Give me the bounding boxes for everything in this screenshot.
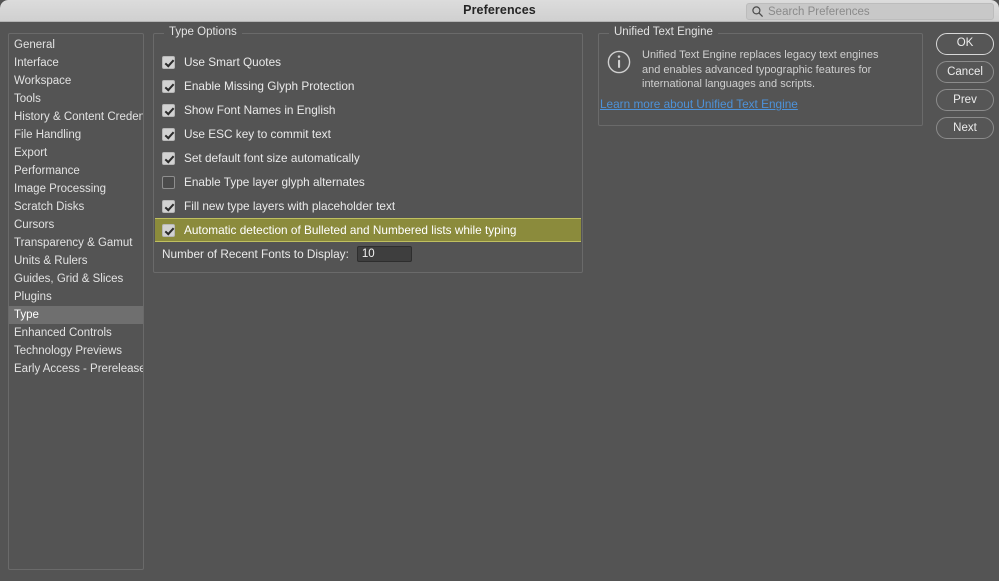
sidebar-item-label: Image Processing	[14, 183, 107, 195]
preferences-window: Preferences General Interface Workspace …	[0, 0, 999, 581]
sidebar-item-label: Interface	[14, 57, 59, 69]
ok-button[interactable]: OK	[936, 33, 994, 55]
info-circle-icon	[607, 50, 631, 74]
unified-text-engine-title: Unified Text Engine	[609, 26, 718, 38]
sidebar-item-file-handling[interactable]: File Handling	[9, 126, 143, 144]
sidebar-item-plugins[interactable]: Plugins	[9, 288, 143, 306]
sidebar-item-label: Enhanced Controls	[14, 327, 112, 339]
sidebar-item-label: Type	[14, 309, 39, 321]
title-bar: Preferences	[0, 0, 999, 22]
sidebar-item-label: Guides, Grid & Slices	[14, 273, 124, 285]
checkbox-label: Set default font size automatically	[184, 151, 360, 165]
sidebar-item-units-rulers[interactable]: Units & Rulers	[9, 252, 143, 270]
checkbox-label: Enable Missing Glyph Protection	[184, 79, 355, 93]
search-input[interactable]	[768, 5, 978, 18]
checkbox-automatic-detection-of-bulleted-and-numbered-lists[interactable]	[162, 223, 175, 237]
unified-text-engine-description: Unified Text Engine replaces legacy text…	[642, 49, 879, 90]
sidebar-item-label: File Handling	[14, 129, 82, 141]
sidebar-item-label: Plugins	[14, 291, 52, 303]
checkbox-label: Fill new type layers with placeholder te…	[184, 199, 396, 213]
checkbox-fill-new-type-layers-with-placeholder-text[interactable]	[162, 199, 175, 213]
checkbox-row-show-font-names-in-english[interactable]: Show Font Names in English	[155, 98, 581, 122]
sidebar-item-label: Cursors	[14, 219, 55, 231]
learn-more-link[interactable]: Learn more about Unified Text Engine	[600, 97, 798, 111]
recent-fonts-label: Number of Recent Fonts to Display:	[162, 247, 349, 261]
checkbox-row-set-default-font-size-automatically[interactable]: Set default font size automatically	[155, 146, 581, 170]
sidebar-item-label: Export	[14, 147, 48, 159]
sidebar-item-label: Workspace	[14, 75, 72, 87]
checkbox-row-use-smart-quotes[interactable]: Use Smart Quotes	[155, 50, 581, 74]
checkbox-show-font-names-in-english[interactable]	[162, 103, 175, 117]
sidebar-item-transparency-gamut[interactable]: Transparency & Gamut	[9, 234, 143, 252]
dialog-button-column: OK Cancel Prev Next	[936, 33, 994, 145]
checkbox-use-esc-key-to-commit-text[interactable]	[162, 127, 175, 141]
sidebar-item-cursors[interactable]: Cursors	[9, 216, 143, 234]
checkbox-row-automatic-detection-of-bulleted-and-numbered-lists[interactable]: Automatic detection of Bulleted and Numb…	[155, 218, 581, 242]
sidebar-item-image-processing[interactable]: Image Processing	[9, 180, 143, 198]
unified-text-engine-group: Unified Text Engine Unified Text Engine …	[598, 26, 923, 126]
recent-fonts-row: Number of Recent Fonts to Display:	[162, 246, 412, 262]
sidebar-item-label: Performance	[14, 165, 80, 177]
sidebar-item-label: History & Content Credentials	[14, 111, 143, 123]
sidebar-item-enhanced-controls[interactable]: Enhanced Controls	[9, 324, 143, 342]
checkbox-label: Enable Type layer glyph alternates	[184, 175, 365, 189]
checkbox-enable-type-layer-glyph-alternates[interactable]	[162, 175, 175, 189]
sidebar-item-label: Early Access - Prerelease	[14, 363, 144, 375]
checkbox-row-enable-type-layer-glyph-alternates[interactable]: Enable Type layer glyph alternates	[155, 170, 581, 194]
type-options-group: Type Options Use Smart Quotes Enable Mis…	[153, 26, 583, 273]
sidebar-item-type[interactable]: Type	[9, 306, 143, 324]
unified-text-engine-body: Unified Text Engine replaces legacy text…	[607, 48, 892, 92]
sidebar-item-label: Tools	[14, 93, 41, 105]
sidebar-item-early-access-prerelease[interactable]: Early Access - Prerelease	[9, 360, 143, 378]
sidebar-item-workspace[interactable]: Workspace	[9, 72, 143, 90]
sidebar-item-general[interactable]: General	[9, 36, 143, 54]
cancel-button[interactable]: Cancel	[936, 61, 994, 83]
checkbox-use-smart-quotes[interactable]	[162, 55, 175, 69]
checkbox-row-fill-new-type-layers-with-placeholder-text[interactable]: Fill new type layers with placeholder te…	[155, 194, 581, 218]
search-icon	[752, 6, 763, 17]
sidebar-item-label: Technology Previews	[14, 345, 123, 357]
sidebar-item-history-content-credentials[interactable]: History & Content Credentials	[9, 108, 143, 126]
checkbox-row-enable-missing-glyph-protection[interactable]: Enable Missing Glyph Protection	[155, 74, 581, 98]
sidebar-item-label: Transparency & Gamut	[14, 237, 133, 249]
sidebar-item-label: General	[14, 39, 55, 51]
checkbox-row-use-esc-key-to-commit-text[interactable]: Use ESC key to commit text	[155, 122, 581, 146]
checkbox-label: Automatic detection of Bulleted and Numb…	[184, 223, 517, 237]
sidebar-item-export[interactable]: Export	[9, 144, 143, 162]
sidebar-item-label: Scratch Disks	[14, 201, 85, 213]
checkbox-label: Use ESC key to commit text	[184, 127, 331, 141]
prev-button[interactable]: Prev	[936, 89, 994, 111]
preferences-category-list[interactable]: General Interface Workspace Tools Histor…	[8, 33, 144, 570]
checkbox-enable-missing-glyph-protection[interactable]	[162, 79, 175, 93]
next-button[interactable]: Next	[936, 117, 994, 139]
sidebar-item-performance[interactable]: Performance	[9, 162, 143, 180]
sidebar-item-tools[interactable]: Tools	[9, 90, 143, 108]
sidebar-item-interface[interactable]: Interface	[9, 54, 143, 72]
sidebar-item-scratch-disks[interactable]: Scratch Disks	[9, 198, 143, 216]
sidebar-item-label: Units & Rulers	[14, 255, 88, 267]
recent-fonts-input[interactable]	[356, 246, 412, 262]
type-options-title: Type Options	[164, 26, 242, 38]
checkbox-set-default-font-size-automatically[interactable]	[162, 151, 175, 165]
checkbox-label: Show Font Names in English	[184, 103, 336, 117]
sidebar-item-technology-previews[interactable]: Technology Previews	[9, 342, 143, 360]
checkbox-label: Use Smart Quotes	[184, 55, 282, 69]
sidebar-item-guides-grid-slices[interactable]: Guides, Grid & Slices	[9, 270, 143, 288]
search-preferences-box[interactable]	[746, 3, 994, 20]
